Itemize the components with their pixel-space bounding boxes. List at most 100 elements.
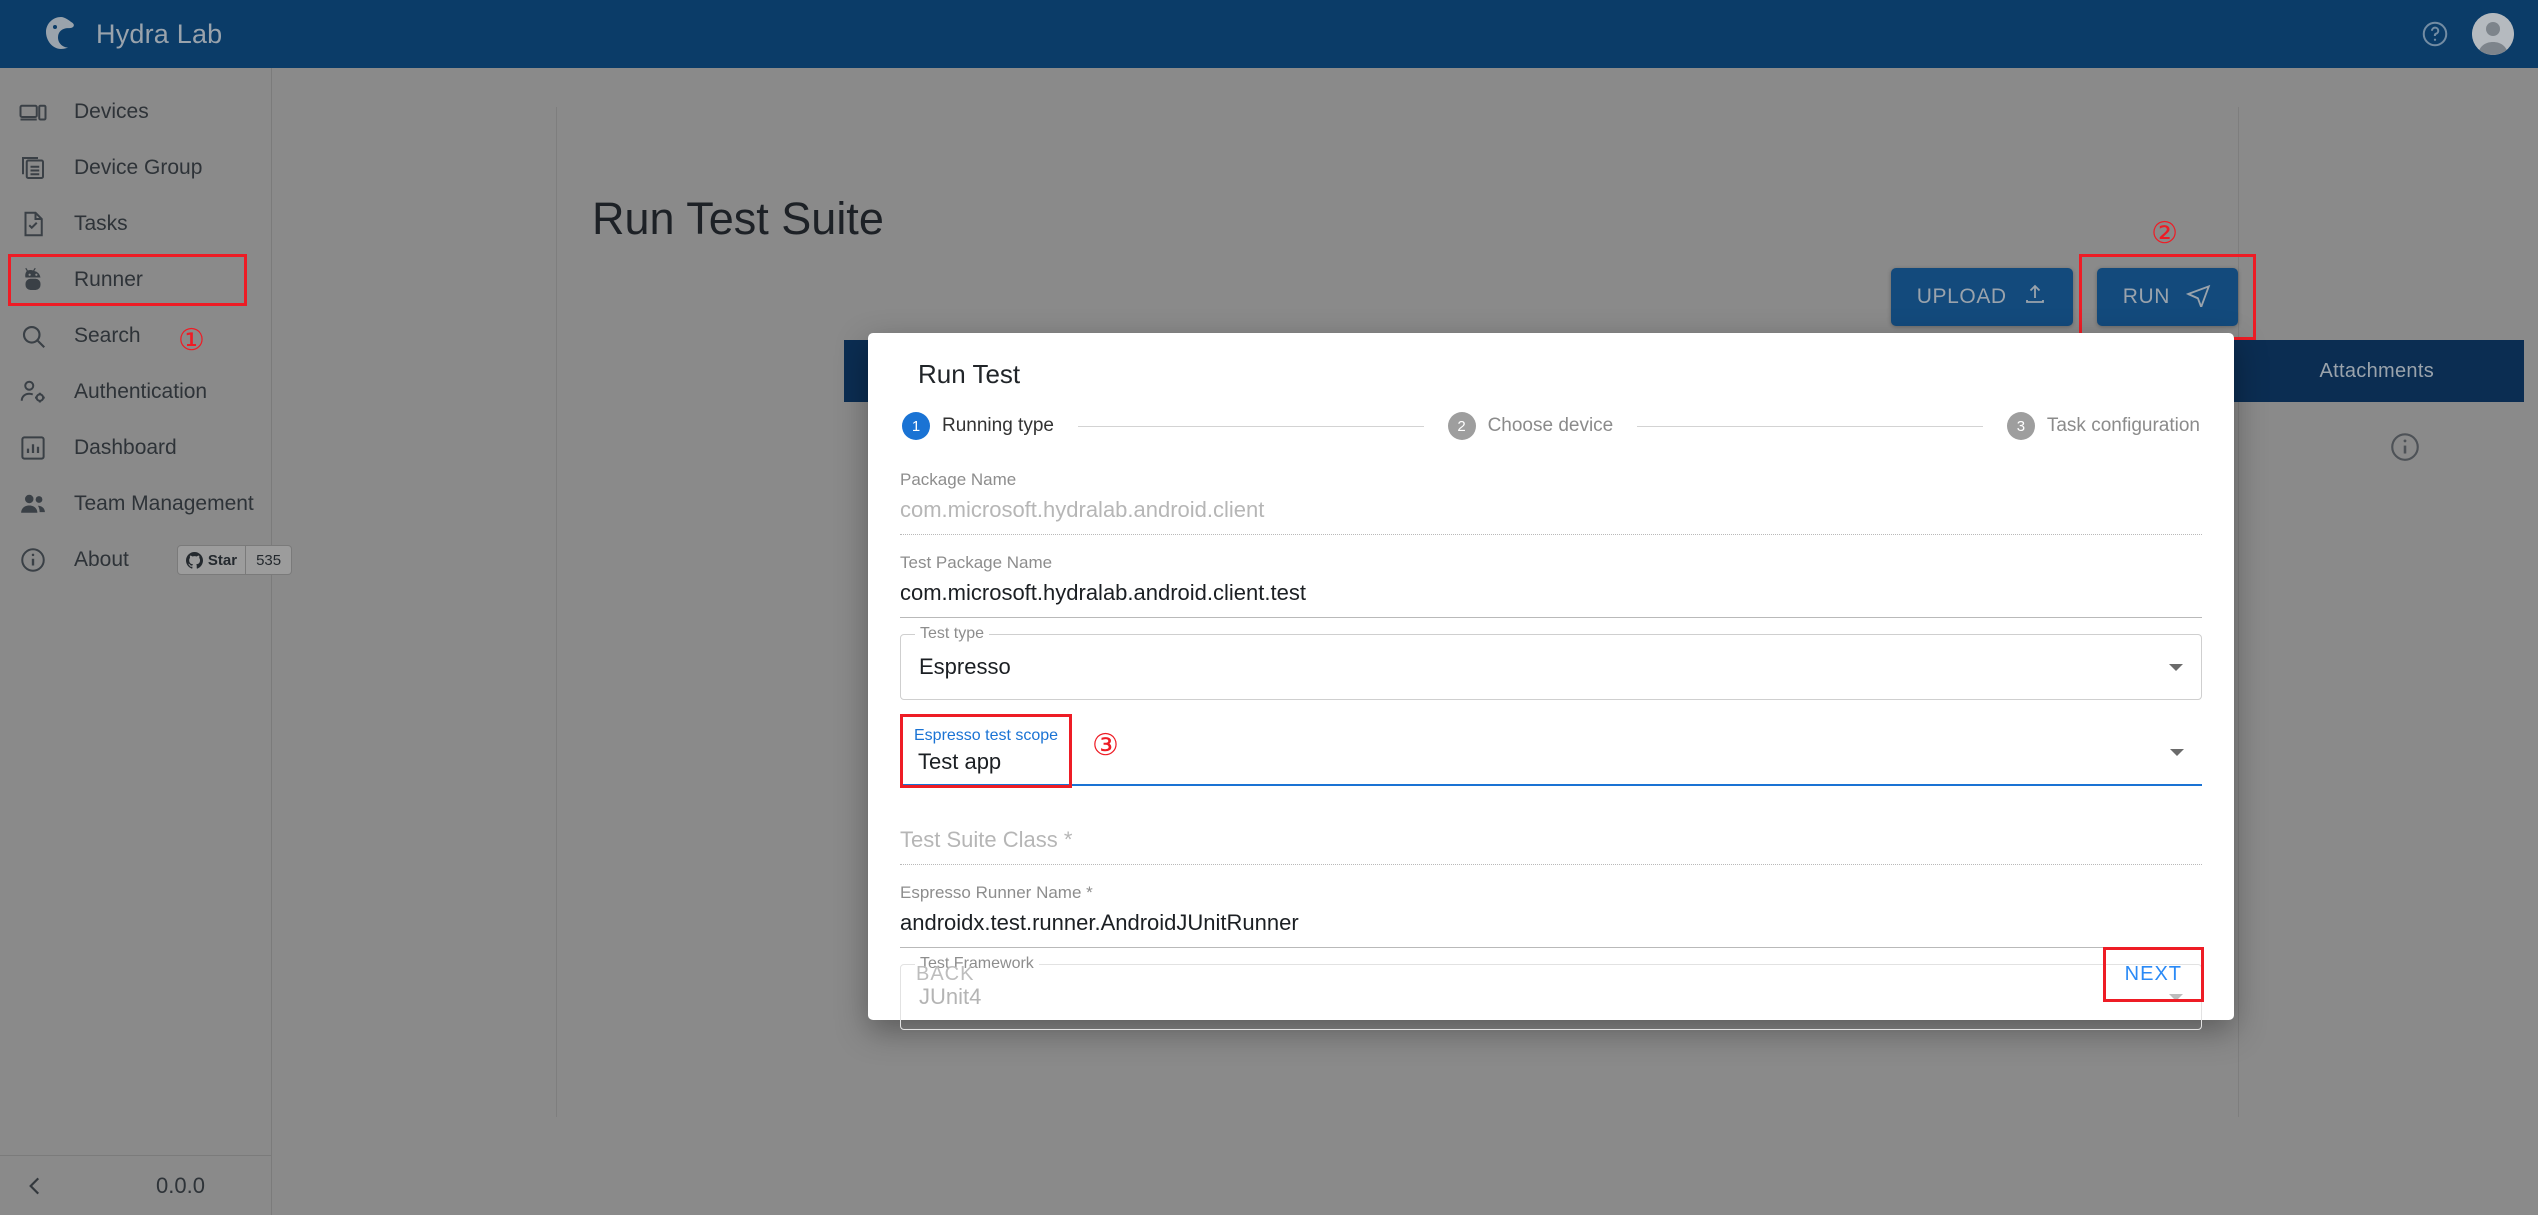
chevron-down-icon[interactable]: [2170, 748, 2184, 756]
test-type-select[interactable]: Test type Espresso: [900, 625, 2202, 700]
sidebar-item-label: About: [74, 548, 129, 571]
version-label: 0.0.0: [156, 1172, 205, 1198]
sidebar: Devices Device Group Tasks Runner Search…: [0, 68, 293, 1215]
annotation-marker-3: ③: [1092, 729, 1119, 762]
sidebar-item-about[interactable]: About Star 535: [0, 532, 293, 588]
avatar[interactable]: [2472, 13, 2514, 55]
espresso-runner-name-field[interactable]: Espresso Runner Name * androidx.test.run…: [900, 871, 2202, 948]
stepper: 1 Running type 2 Choose device 3 Task co…: [902, 412, 2200, 440]
sidebar-item-device-group[interactable]: Device Group: [0, 140, 271, 196]
people-icon: [18, 489, 48, 519]
espresso-runner-name-label: Espresso Runner Name *: [900, 883, 1093, 902]
github-icon: [185, 551, 203, 569]
dialog-form: Package Name com.microsoft.hydralab.andr…: [896, 458, 2206, 1030]
run-button[interactable]: RUN: [2096, 268, 2238, 326]
test-suite-class-field: Test Suite Class *: [900, 808, 2202, 865]
android-robot-icon: [18, 265, 48, 295]
github-star-button[interactable]: Star: [176, 545, 247, 575]
help-circle-icon[interactable]: [2420, 19, 2450, 49]
step-number: 1: [902, 412, 930, 440]
sidebar-item-dashboard[interactable]: Dashboard: [0, 420, 271, 476]
sidebar-item-label: Authentication: [74, 380, 208, 403]
info-icon: [18, 545, 48, 575]
annotation-marker-2: ②: [2151, 217, 2178, 250]
dialog-footer: BACK NEXT: [896, 947, 2206, 1002]
test-package-name-value: com.microsoft.hydralab.android.client.te…: [900, 580, 1306, 605]
step-number: 3: [2006, 412, 2035, 440]
brand-name: Hydra Lab: [96, 18, 223, 49]
sidebar-item-search[interactable]: Search: [0, 308, 271, 364]
topbar-actions: [2420, 13, 2514, 55]
espresso-test-scope-select[interactable]: Espresso test scope Test app ③: [900, 714, 2202, 788]
sidebar-item-runner[interactable]: Runner: [0, 252, 271, 308]
step-connector: [1637, 425, 1983, 427]
step-label: Running type: [942, 415, 1054, 436]
test-suite-class-placeholder: Test Suite Class *: [900, 827, 1073, 852]
sidebar-item-authentication[interactable]: Authentication: [0, 364, 271, 420]
field-underline: [900, 617, 2202, 618]
sidebar-item-label: Devices: [74, 100, 149, 123]
page-title: Run Test Suite: [592, 193, 884, 244]
upload-button-label: UPLOAD: [1916, 285, 2007, 308]
espresso-runner-name-value: androidx.test.runner.AndroidJUnitRunner: [900, 910, 1299, 935]
next-button-highlight: NEXT: [2102, 947, 2205, 1002]
device-group-icon: [18, 153, 48, 183]
run-button-label: RUN: [2122, 285, 2170, 308]
send-icon: [2185, 281, 2212, 313]
dashboard-icon: [18, 433, 48, 463]
step-task-configuration[interactable]: 3 Task configuration: [2006, 412, 2201, 440]
annotation-marker-1: ①: [178, 324, 205, 357]
chevron-left-icon[interactable]: [22, 1173, 48, 1199]
sidebar-item-label: Device Group: [74, 156, 203, 179]
brand[interactable]: Hydra Lab: [40, 13, 222, 55]
sidebar-item-label: Team Management: [74, 492, 254, 515]
tasks-icon: [18, 209, 48, 239]
tab-attachments[interactable]: Attachments: [2290, 340, 2464, 402]
sidebar-item-label: Tasks: [74, 212, 128, 235]
upload-button[interactable]: UPLOAD: [1890, 268, 2073, 326]
espresso-test-scope-value: Test app: [918, 749, 1002, 774]
dialog-title: Run Test: [918, 359, 1021, 389]
top-app-bar: Hydra Lab: [0, 0, 2538, 68]
run-button-highlight: RUN: [2078, 254, 2257, 340]
github-star-label: Star: [207, 551, 238, 569]
test-type-value: Espresso: [919, 654, 1011, 679]
sidebar-item-devices[interactable]: Devices: [0, 84, 271, 140]
step-connector: [1077, 425, 1424, 427]
espresso-test-scope-label: Espresso test scope: [914, 727, 1059, 744]
sidebar-item-label: Dashboard: [74, 436, 177, 459]
step-choose-device[interactable]: 2 Choose device: [1447, 412, 1614, 440]
sidebar-nav: Devices Device Group Tasks Runner Search…: [0, 68, 293, 588]
upload-icon: [2023, 282, 2047, 312]
package-name-field: Package Name com.microsoft.hydralab.andr…: [900, 458, 2202, 535]
field-underline: [900, 864, 2202, 865]
step-label: Choose device: [1487, 415, 1614, 436]
info-circle-icon[interactable]: [2388, 430, 2422, 464]
main-content: Run Test Suite ② UPLOAD RUN Attachments …: [272, 68, 2538, 1215]
page-actions: UPLOAD RUN: [1890, 254, 2257, 340]
chevron-down-icon[interactable]: [2169, 663, 2183, 671]
hydra-lab-logo-icon: [40, 13, 82, 55]
test-type-label: Test type: [915, 625, 990, 643]
back-button[interactable]: BACK: [900, 951, 990, 998]
step-running-type[interactable]: 1 Running type: [902, 412, 1054, 440]
tab-attachments-label: Attachments: [2319, 359, 2434, 382]
sidebar-item-tasks[interactable]: Tasks: [0, 196, 271, 252]
devices-icon: [18, 97, 48, 127]
step-label: Task configuration: [2046, 415, 2201, 436]
user-settings-icon: [18, 377, 48, 407]
sidebar-footer: 0.0.0: [0, 1155, 271, 1215]
package-name-label: Package Name: [900, 470, 1017, 489]
next-button[interactable]: NEXT: [2105, 951, 2202, 998]
test-package-name-label: Test Package Name: [900, 553, 1053, 572]
sidebar-item-label: Search: [74, 324, 141, 347]
step-number: 2: [1447, 412, 1476, 440]
sidebar-item-team-management[interactable]: Team Management: [0, 476, 271, 532]
field-underline: [900, 947, 2202, 948]
test-package-name-field[interactable]: Test Package Name com.microsoft.hydralab…: [900, 541, 2202, 618]
package-name-value: com.microsoft.hydralab.android.client: [900, 497, 1265, 522]
search-icon: [18, 321, 48, 351]
run-test-dialog: Run Test 1 Running type 2 Choose device …: [868, 333, 2234, 1030]
field-underline: [900, 534, 2202, 535]
sidebar-item-label: Runner: [74, 268, 143, 291]
